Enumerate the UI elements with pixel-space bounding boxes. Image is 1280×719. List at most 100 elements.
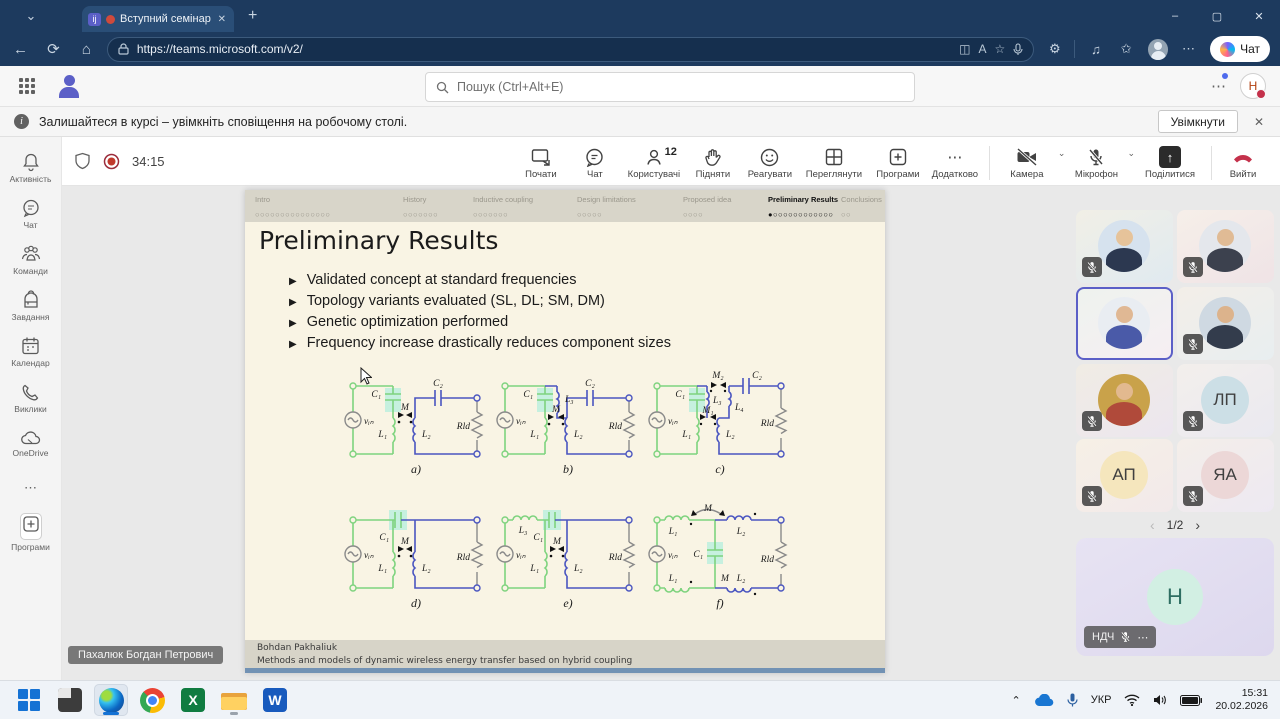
svg-text:vᵢₙ: vᵢₙ xyxy=(668,551,678,561)
sidebar-more-icon[interactable]: ⋯ xyxy=(24,473,37,503)
taskbar-app-chrome[interactable] xyxy=(135,684,169,716)
teams-sidebar: Активність Чат Команди Завдання Календар… xyxy=(0,137,62,680)
taskbar-app-edge[interactable] xyxy=(94,684,128,716)
sidebar-item-assignments[interactable]: Завдання xyxy=(0,283,62,329)
participant-tile-5[interactable] xyxy=(1076,364,1173,437)
taskbar-app-explorer[interactable] xyxy=(217,684,251,716)
more-button[interactable]: ⋯ Додатково xyxy=(929,142,981,180)
minimize-button[interactable]: – xyxy=(1154,0,1196,32)
enable-notifications-button[interactable]: Увімкнути xyxy=(1158,110,1238,133)
mic-tray-icon[interactable] xyxy=(1067,693,1078,707)
svg-text:L₄: L₄ xyxy=(734,403,744,413)
browser-tab[interactable]: ij Вступний семінар ДБ теми 1 ✕ xyxy=(82,6,234,32)
search-input[interactable] xyxy=(457,80,904,94)
sidebar-item-chat[interactable]: Чат xyxy=(0,191,62,237)
start-button[interactable] xyxy=(12,684,46,716)
camera-options-chevron[interactable]: ⌄ xyxy=(1058,148,1066,159)
self-name-pill[interactable]: НДЧ ⋯ xyxy=(1084,626,1156,648)
wifi-icon[interactable] xyxy=(1124,694,1140,706)
participant-tile-3-speaking[interactable] xyxy=(1076,287,1173,360)
sidebar-item-apps[interactable]: Програми xyxy=(0,509,62,555)
share-start-button[interactable]: Почати xyxy=(515,142,567,180)
mic-options-chevron[interactable]: ⌄ xyxy=(1127,148,1135,159)
teams-logo-icon[interactable] xyxy=(56,73,82,99)
participant-tile-8[interactable]: ЯА xyxy=(1177,439,1274,512)
grid-view-icon xyxy=(825,146,843,168)
taskbar-app-photos[interactable] xyxy=(53,684,87,716)
sidebar-item-teams[interactable]: Команди xyxy=(0,237,62,283)
circuit-diagram-e: L₃ C₁ M vᵢₙ L₁ L₂ Rld e) xyxy=(493,502,643,611)
participant-tile-4[interactable] xyxy=(1177,287,1274,360)
teams-search-box[interactable] xyxy=(425,72,915,102)
svg-text:M: M xyxy=(552,537,562,547)
refresh-button[interactable]: ⟳ xyxy=(41,36,66,62)
voice-search-icon[interactable] xyxy=(1013,43,1023,56)
participant-tile-1[interactable] xyxy=(1076,210,1173,283)
collections-icon[interactable]: ✩ xyxy=(1117,39,1136,59)
copilot-chat-button[interactable]: Чат xyxy=(1210,36,1270,62)
split-screen-icon[interactable]: ◫ xyxy=(959,42,970,56)
share-tray-button[interactable]: ↑ Поділитися xyxy=(1137,142,1203,180)
browser-profile-avatar[interactable] xyxy=(1148,39,1168,60)
meeting-controls-bar: 34:15 Почати Чат 12 Користувачі Підняти xyxy=(62,137,1280,186)
teams-more-options[interactable]: ⋯ xyxy=(1211,77,1226,95)
banner-close-icon[interactable]: ✕ xyxy=(1254,115,1264,129)
speaker-icon[interactable] xyxy=(1153,694,1167,706)
taskbar-clock[interactable]: 15:31 20.02.2026 xyxy=(1215,687,1268,713)
svg-text:L₁: L₁ xyxy=(377,564,387,574)
sidebar-item-calls[interactable]: Виклики xyxy=(0,375,62,421)
tray-chevron-up-icon[interactable]: ⌃ xyxy=(1011,694,1020,707)
svg-text:L₃: L₃ xyxy=(564,395,574,405)
tab-close-icon[interactable]: ✕ xyxy=(216,14,228,25)
home-button[interactable]: ⌂ xyxy=(74,36,99,62)
participants-button[interactable]: 12 Користувачі xyxy=(623,142,685,180)
back-button[interactable]: ← xyxy=(8,36,33,62)
sidebar-item-activity[interactable]: Активність xyxy=(0,145,62,191)
onedrive-tray-icon[interactable] xyxy=(1034,694,1054,707)
tab-list-button[interactable]: ⌄ xyxy=(18,6,44,26)
language-indicator[interactable]: УКР xyxy=(1091,694,1112,706)
participant-tile-7[interactable]: АП xyxy=(1076,439,1173,512)
participant-tile-2[interactable] xyxy=(1177,210,1274,283)
page-prev-icon[interactable]: ‹ xyxy=(1150,517,1155,533)
new-tab-button[interactable]: + xyxy=(248,7,257,25)
svg-text:M: M xyxy=(720,574,730,584)
sidebar-item-calendar[interactable]: Календар xyxy=(0,329,62,375)
page-next-icon[interactable]: › xyxy=(1195,517,1200,533)
participant-avatar xyxy=(1098,374,1150,426)
mic-muted-icon xyxy=(1082,486,1102,506)
taskbar-app-word[interactable]: W xyxy=(258,684,292,716)
self-avatar: Н xyxy=(1147,569,1203,625)
media-playing-icon[interactable]: ♫ xyxy=(1086,39,1105,59)
apps-button[interactable]: Програми xyxy=(869,142,927,180)
mic-button[interactable]: Мікрофон xyxy=(1067,142,1125,180)
participant-initials: АП xyxy=(1100,451,1148,499)
teams-favicon: ij xyxy=(88,13,101,26)
camera-button[interactable]: Камера xyxy=(998,142,1056,180)
address-bar[interactable]: https://teams.microsoft.com/v2/ ◫ A ☆ xyxy=(107,37,1034,62)
self-video-tile[interactable]: Н НДЧ ⋯ xyxy=(1076,538,1274,656)
maximize-button[interactable]: ▢ xyxy=(1196,0,1238,32)
favorites-star-icon[interactable]: ☆ xyxy=(994,42,1005,56)
slide-footer-title: Methods and models of dynamic wireless e… xyxy=(257,655,873,668)
taskbar-app-excel[interactable]: X xyxy=(176,684,210,716)
waffle-menu-icon[interactable] xyxy=(12,71,42,101)
react-button[interactable]: Реагувати xyxy=(741,142,799,180)
sidebar-item-onedrive[interactable]: OneDrive xyxy=(0,421,62,467)
read-aloud-icon[interactable]: A xyxy=(978,42,986,56)
teams-profile-avatar[interactable]: Н xyxy=(1240,73,1266,99)
battery-icon[interactable] xyxy=(1180,695,1202,706)
self-more-icon[interactable]: ⋯ xyxy=(1137,631,1148,644)
leave-button[interactable]: Вийти xyxy=(1220,142,1266,180)
extensions-icon[interactable]: ⚙ xyxy=(1045,39,1064,59)
chat-bubble-icon xyxy=(21,198,41,218)
raise-hand-button[interactable]: Підняти xyxy=(687,142,739,180)
browser-settings-ellipsis[interactable]: ⋯ xyxy=(1179,39,1198,59)
participant-tile-6[interactable]: ЛП xyxy=(1177,364,1274,437)
meeting-timer: 34:15 xyxy=(132,154,165,169)
svg-text:M₁: M₁ xyxy=(701,406,713,416)
slide-section-preliminary: Preliminary Results●○○○○○○○○○○○○ xyxy=(768,195,838,222)
chat-button[interactable]: Чат xyxy=(569,142,621,180)
close-button[interactable]: ✕ xyxy=(1238,0,1280,32)
view-button[interactable]: Переглянути xyxy=(801,142,867,180)
